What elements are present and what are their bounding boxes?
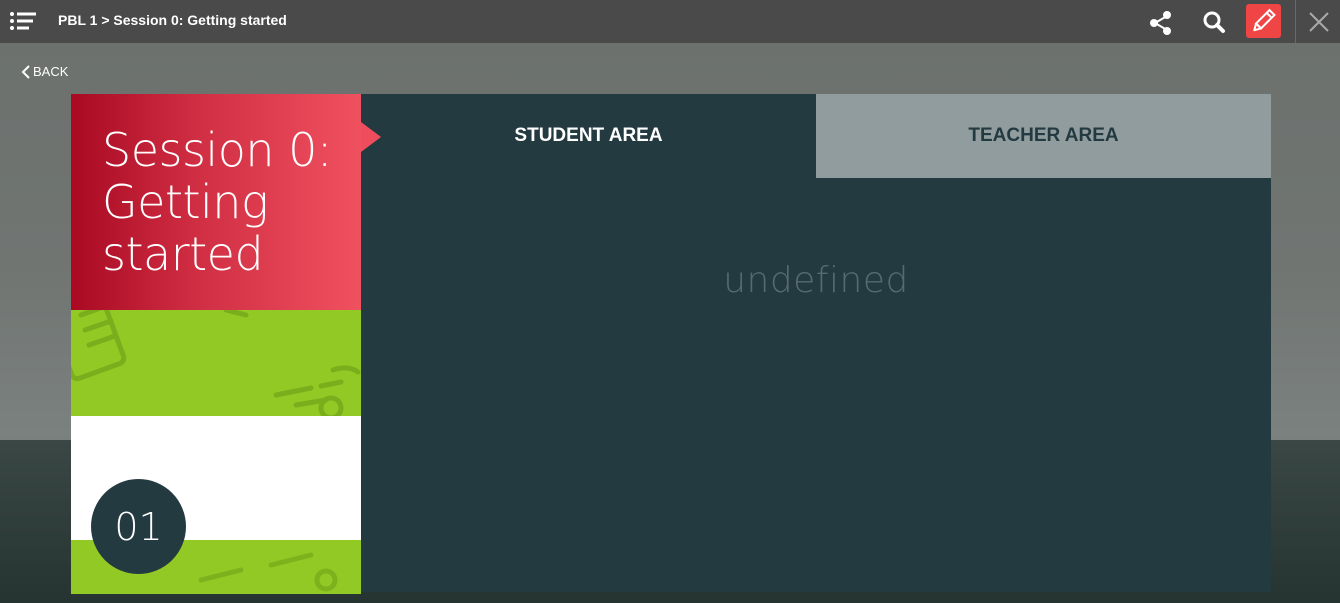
edit-button[interactable] bbox=[1246, 4, 1281, 38]
cover-illustration bbox=[71, 310, 361, 416]
search-button[interactable] bbox=[1198, 6, 1230, 38]
session-content-panel: STUDENT AREA TEACHER AREA undefined bbox=[361, 94, 1271, 592]
session-title: Session 0: Getting started bbox=[102, 123, 332, 281]
session-title-block: Session 0: Getting started bbox=[71, 94, 361, 310]
title-arrow bbox=[361, 122, 381, 152]
list-icon bbox=[10, 12, 36, 30]
close-icon bbox=[1309, 12, 1329, 32]
menu-button[interactable] bbox=[8, 9, 38, 33]
back-link[interactable]: BACK bbox=[21, 64, 68, 79]
chevron-left-icon bbox=[21, 64, 30, 79]
share-icon bbox=[1150, 11, 1171, 35]
share-button[interactable] bbox=[1145, 6, 1177, 38]
cover-illustration-top bbox=[71, 310, 361, 416]
session-card: Session 0: Getting started 01 STUDENT AR… bbox=[71, 94, 1271, 594]
close-button[interactable] bbox=[1303, 6, 1335, 38]
toolbar-divider bbox=[1295, 0, 1296, 43]
top-bar: PBL 1 > Session 0: Getting started bbox=[0, 0, 1340, 43]
session-cover: Session 0: Getting started 01 bbox=[71, 94, 361, 594]
back-label: BACK bbox=[33, 64, 69, 79]
breadcrumb: PBL 1 > Session 0: Getting started bbox=[58, 12, 287, 28]
tab-teacher-area[interactable]: TEACHER AREA bbox=[816, 94, 1271, 178]
session-number-badge: 01 bbox=[91, 479, 186, 574]
search-icon bbox=[1203, 11, 1225, 33]
tab-student-area[interactable]: STUDENT AREA bbox=[361, 94, 816, 178]
content-placeholder-text: undefined bbox=[723, 260, 909, 301]
pencil-icon bbox=[1253, 8, 1276, 32]
